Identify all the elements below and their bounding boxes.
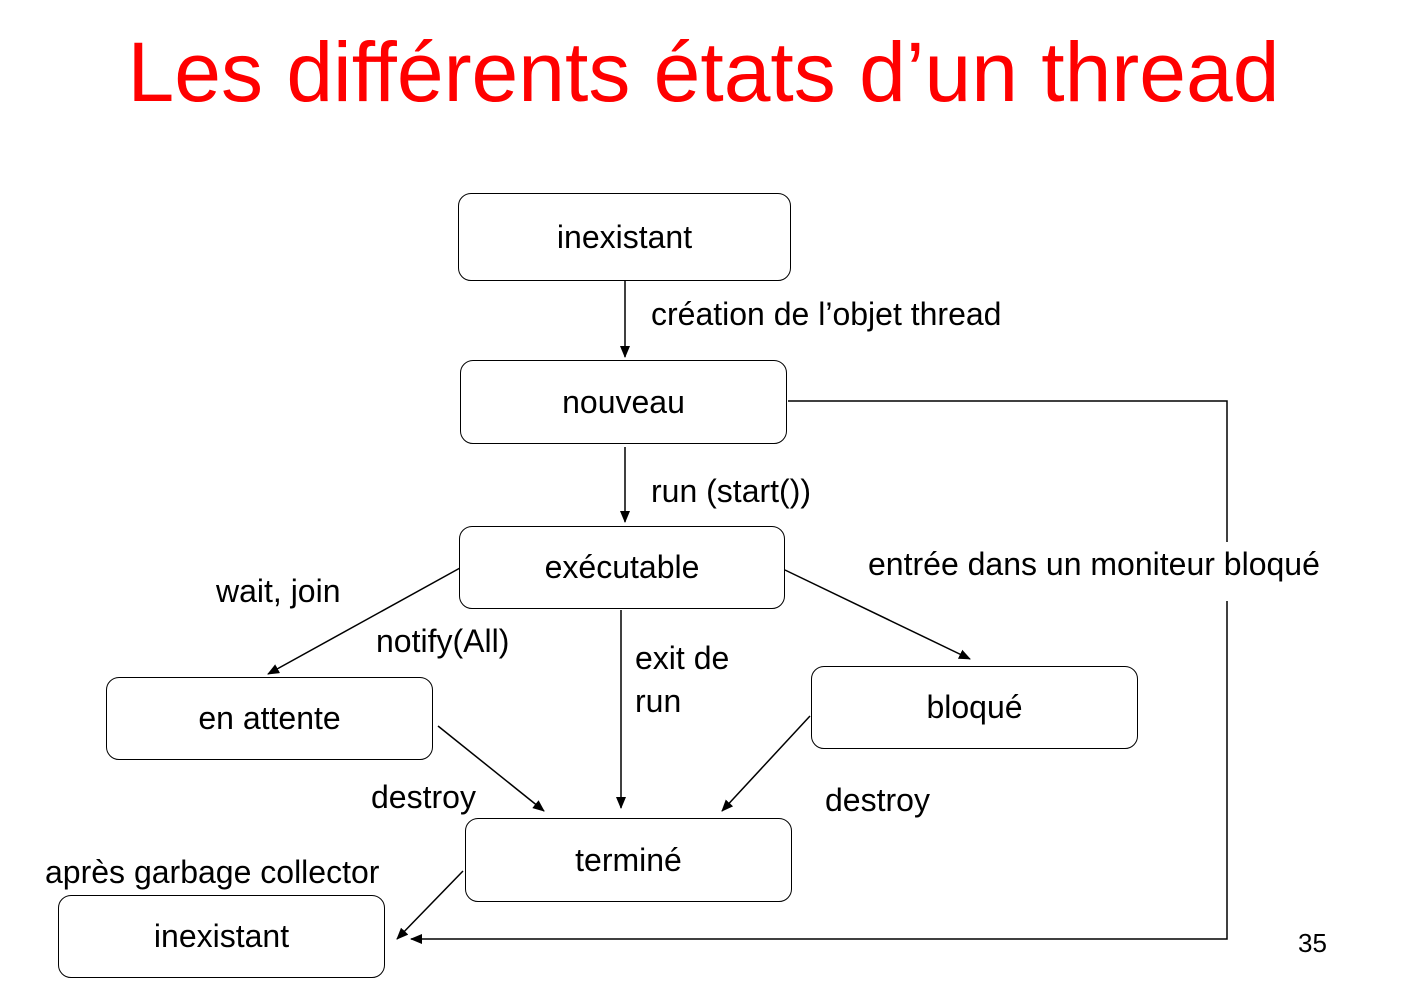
state-bloque: bloqué [811, 666, 1138, 749]
arrow-nouveau-to-inexistant [788, 400, 1228, 542]
state-nouveau: nouveau [460, 360, 787, 444]
state-executable: exécutable [459, 526, 785, 609]
state-label: nouveau [562, 383, 685, 420]
state-inexistant-top: inexistant [458, 193, 791, 281]
label-wait-join: wait, join [216, 573, 341, 609]
label-exit-de-run-line2: run [635, 683, 682, 719]
label-exit-de-run-line1: exit de [635, 640, 730, 676]
page-number: 35 [1298, 928, 1327, 958]
label-creation: création de l’objet thread [651, 296, 1002, 332]
state-label: bloqué [926, 689, 1023, 725]
label-garbage-collector: après garbage collector [45, 854, 380, 890]
label-destroy-right: destroy [825, 782, 930, 818]
state-en-attente: en attente [106, 677, 433, 760]
arrow-destroy-right [721, 715, 811, 812]
label-destroy-left: destroy [371, 779, 476, 815]
state-label: terminé [575, 841, 682, 878]
label-notify-all: notify(All) [376, 623, 510, 659]
state-label: inexistant [556, 218, 693, 255]
arrow-garbage-collector [396, 870, 464, 940]
state-label: en attente [198, 700, 341, 736]
state-label: inexistant [153, 918, 290, 954]
state-inexistant-bottom: inexistant [58, 895, 385, 978]
state-label: exécutable [544, 549, 700, 585]
label-run-start: run (start()) [651, 473, 811, 509]
label-moniteur-bloque: entrée dans un moniteur bloqué [868, 546, 1320, 582]
state-termine: terminé [465, 818, 792, 902]
